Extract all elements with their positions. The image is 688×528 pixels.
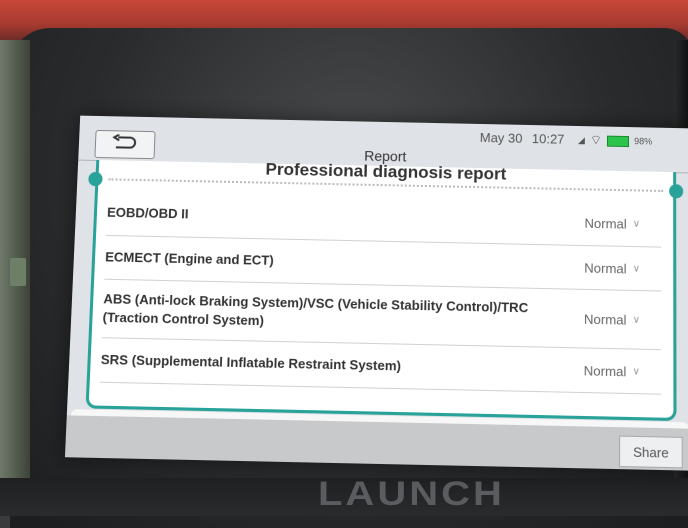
- status-date: May 30: [480, 130, 523, 146]
- system-name: ECMECT (Engine and ECT): [105, 248, 584, 276]
- signal-icon: ◢: [578, 135, 585, 146]
- chevron-down-icon: ∨: [633, 218, 640, 229]
- status-value: Normal: [584, 362, 627, 378]
- brand-logo: LAUNCH: [318, 475, 505, 513]
- status-icons: ◢ ⌔ 98%: [578, 132, 652, 150]
- status-dropdown[interactable]: Normal ∨: [584, 260, 661, 277]
- wifi-icon: ⌔: [590, 132, 602, 148]
- system-name: EOBD/OBD II: [107, 204, 585, 232]
- status-value: Normal: [584, 215, 626, 231]
- share-button[interactable]: Share: [619, 436, 683, 469]
- status-value: Normal: [584, 311, 627, 327]
- status-dropdown[interactable]: Normal ∨: [584, 311, 661, 328]
- status-dropdown[interactable]: Normal ∨: [584, 215, 661, 232]
- status-value: Normal: [584, 260, 626, 276]
- system-name: SRS (Supplemental Inflatable Restraint S…: [100, 351, 583, 380]
- chevron-down-icon: ∨: [632, 366, 639, 378]
- status-dropdown[interactable]: Normal ∨: [584, 362, 662, 379]
- report-card: Professional diagnosis report EOBD/OBD I…: [86, 160, 677, 421]
- card-dot-left: [88, 172, 103, 186]
- status-time: 10:27: [532, 131, 565, 147]
- side-marker: [10, 258, 26, 286]
- card-dot-right: [669, 184, 683, 198]
- battery-percent: 98%: [634, 136, 652, 146]
- system-name: ABS (Anti-lock Braking System)/VSC (Vehi…: [102, 290, 584, 337]
- chevron-down-icon: ∨: [633, 263, 640, 274]
- battery-icon: [607, 135, 629, 146]
- chevron-down-icon: ∨: [633, 314, 640, 325]
- device-screen: May 30 10:27 ◢ ⌔ 98% Report Professional…: [65, 116, 688, 471]
